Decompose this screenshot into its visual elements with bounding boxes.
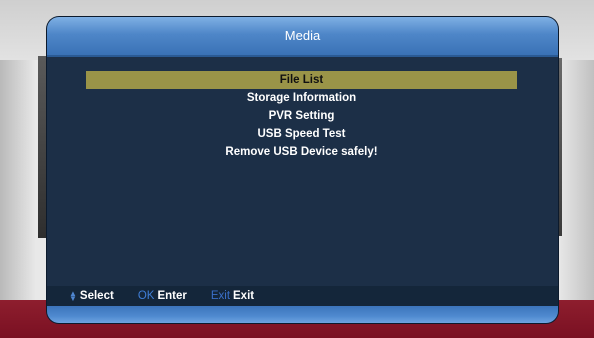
help-select-label: Select xyxy=(79,290,114,302)
menu-item-storage-information[interactable]: Storage Information xyxy=(86,89,517,107)
media-menu: File List Storage Information PVR Settin… xyxy=(86,71,517,161)
help-ok: OK Enter xyxy=(138,290,187,302)
help-exit: Exit Exit xyxy=(211,290,254,302)
dialog-bottom-bar xyxy=(47,306,558,323)
exit-key-label: Exit xyxy=(210,290,231,302)
media-dialog: Media File List Storage Information PVR … xyxy=(47,17,558,323)
ok-key-label: OK xyxy=(137,290,155,302)
help-select: ▲ ▼ Select xyxy=(69,289,114,304)
menu-item-file-list[interactable]: File List xyxy=(86,71,517,89)
help-exit-label: Exit xyxy=(233,290,255,302)
help-ok-label: Enter xyxy=(157,290,187,302)
help-bar: ▲ ▼ Select OK Enter Exit Exit xyxy=(47,286,558,306)
menu-item-pvr-setting[interactable]: PVR Setting xyxy=(86,107,517,125)
menu-item-usb-speed-test[interactable]: USB Speed Test xyxy=(86,125,517,143)
up-down-arrows-icon: ▲ ▼ xyxy=(69,289,77,304)
dialog-title: Media xyxy=(284,28,321,43)
menu-item-remove-usb-device[interactable]: Remove USB Device safely! xyxy=(86,143,517,161)
